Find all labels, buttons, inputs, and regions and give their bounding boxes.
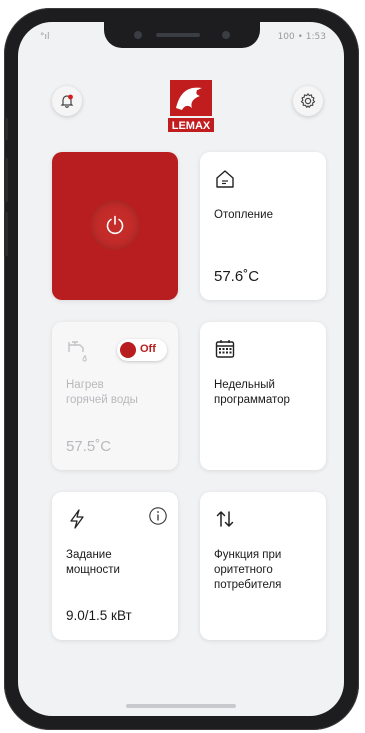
phone-frame: °ıl 100 • 1:53 LEMAX Отопление 57.6˚C Of… <box>4 8 359 730</box>
power-setting-tile[interactable]: Задание мощности 9.0/1.5 кВт <box>52 492 178 640</box>
calendar-icon <box>215 340 235 358</box>
power-icon <box>106 215 124 235</box>
info-icon[interactable] <box>148 506 168 526</box>
svg-text:LEMAX: LEMAX <box>172 120 211 132</box>
toggle-knob <box>120 342 136 358</box>
camera-icon <box>134 31 142 39</box>
hot-water-title: Нагрев горячей воды <box>66 379 138 406</box>
lightning-icon <box>70 509 84 529</box>
sensor-icon <box>222 31 230 39</box>
bell-alert-icon <box>60 94 74 108</box>
toggle-label: Off <box>140 343 156 355</box>
hot-water-temperature: 57.5˚C <box>66 438 112 455</box>
power-setting-value: 9.0/1.5 кВт <box>66 608 132 623</box>
gear-icon <box>300 93 316 108</box>
heating-title: Отопление <box>214 209 273 221</box>
signal-indicator: °ıl <box>40 32 50 42</box>
speaker-grille <box>156 33 200 37</box>
home-indicator <box>126 704 236 708</box>
heating-temperature: 57.6˚C <box>214 268 260 285</box>
alarm-button[interactable] <box>52 86 82 116</box>
swap-arrows-icon <box>216 511 234 527</box>
volume-up-button <box>4 158 8 202</box>
power-tile[interactable] <box>52 152 178 300</box>
lemax-logo: LEMAX <box>166 78 216 136</box>
volume-down-button <box>4 212 8 256</box>
power-setting-title: Задание мощности <box>66 549 120 576</box>
priority-consumer-title: Функция при оритетного потребителя <box>214 549 282 591</box>
hot-water-tile[interactable]: Off Нагрев горячей воды 57.5˚C <box>52 322 178 470</box>
app-screen: °ıl 100 • 1:53 LEMAX Отопление 57.6˚C Of… <box>18 22 344 716</box>
notch <box>104 22 260 48</box>
settings-button[interactable] <box>293 86 323 116</box>
heating-tile[interactable]: Отопление 57.6˚C <box>200 152 326 300</box>
hot-water-toggle[interactable]: Off <box>117 339 167 361</box>
faucet-icon <box>68 341 87 362</box>
scheduler-tile[interactable]: Недельный программатор <box>200 322 326 470</box>
scheduler-title: Недельный программатор <box>214 379 290 406</box>
mute-switch <box>4 118 8 140</box>
home-icon <box>216 170 234 188</box>
power-button[interactable] <box>90 200 140 250</box>
battery-time-indicator: 100 • 1:53 <box>277 32 326 42</box>
priority-consumer-tile[interactable]: Функция при оритетного потребителя <box>200 492 326 640</box>
